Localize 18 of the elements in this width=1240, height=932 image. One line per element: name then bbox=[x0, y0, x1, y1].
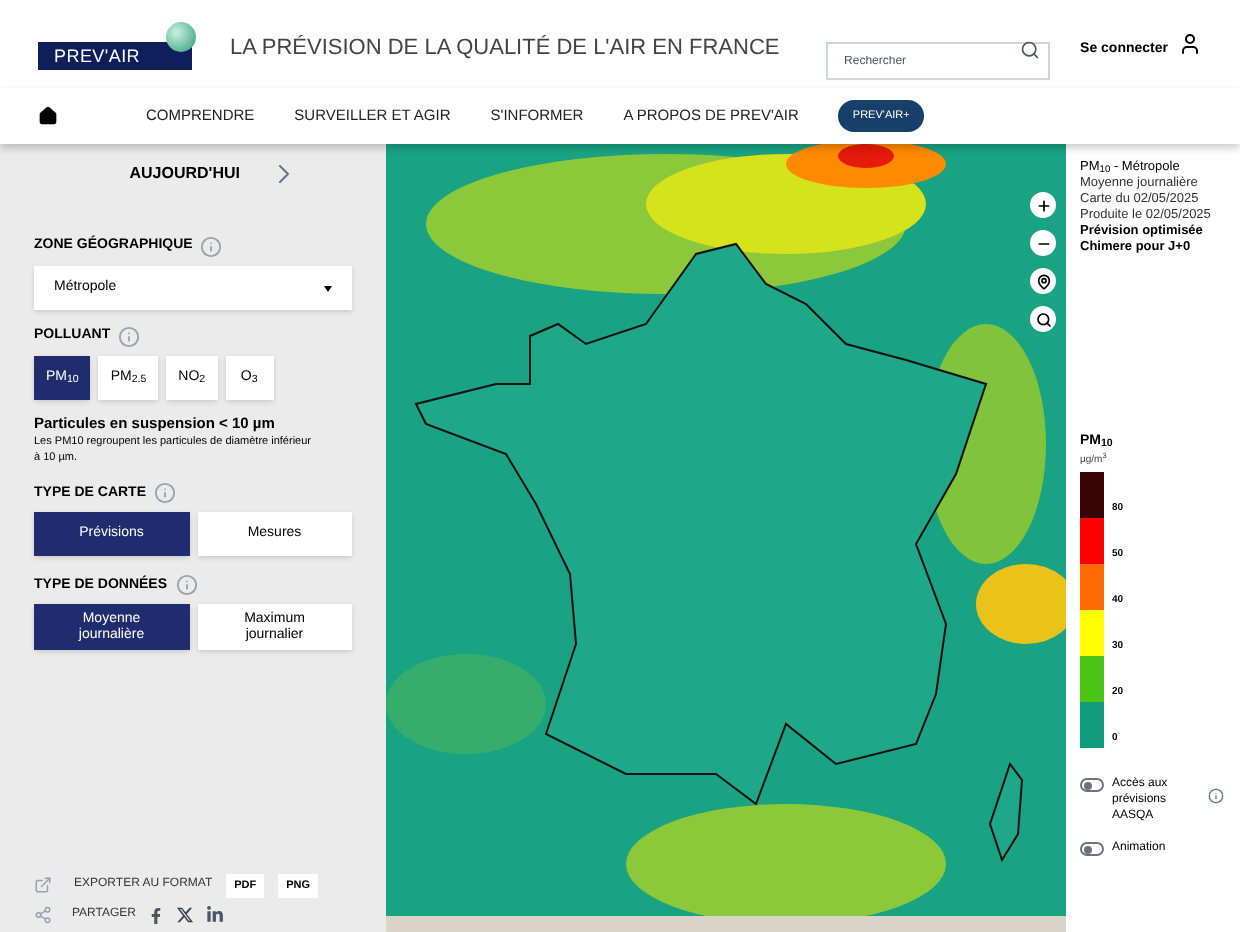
search-icon[interactable] bbox=[1020, 39, 1041, 59]
home-icon[interactable] bbox=[38, 106, 58, 126]
linkedin-icon[interactable] bbox=[206, 906, 225, 924]
x-icon[interactable] bbox=[176, 906, 195, 924]
plus-icon bbox=[1035, 197, 1051, 213]
export-icon bbox=[34, 876, 52, 895]
toggle-switch[interactable] bbox=[1080, 778, 1104, 792]
logo[interactable]: PREV'AIR bbox=[38, 42, 192, 70]
share-icon bbox=[34, 906, 52, 924]
toggle-switch[interactable] bbox=[1080, 842, 1104, 856]
info-icon[interactable] bbox=[1208, 788, 1224, 804]
day-label: AUJOURD'HUI bbox=[129, 162, 240, 186]
facebook-icon[interactable] bbox=[148, 907, 165, 923]
pin-icon bbox=[1035, 273, 1051, 289]
globe-icon bbox=[166, 22, 196, 52]
site-title: LA PRÉVISION DE LA QUALITÉ DE L'AIR EN FRANCE bbox=[230, 33, 780, 64]
user-icon[interactable] bbox=[1178, 32, 1202, 56]
search-icon bbox=[1035, 311, 1051, 327]
